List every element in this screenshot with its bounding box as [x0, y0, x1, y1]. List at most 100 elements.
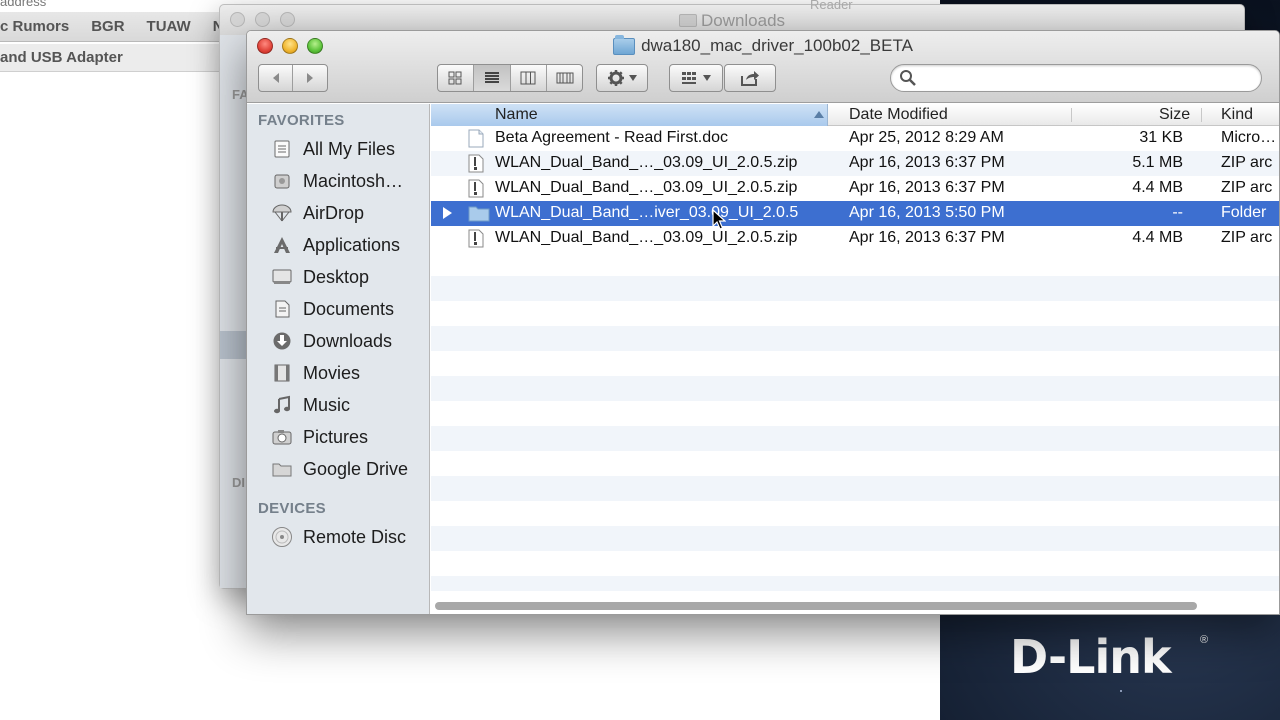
background-label: Reader: [810, 0, 853, 12]
sidebar-item-pictures[interactable]: Pictures: [247, 422, 430, 452]
file-kind: ZIP arc: [1221, 154, 1273, 171]
column-view-icon: [520, 71, 536, 85]
folder-icon: [613, 34, 636, 55]
file-rows: Beta Agreement - Read First.doc Apr 25, …: [431, 126, 1279, 253]
file-name: WLAN_Dual_Band_…iver_03.09_UI_2.0.5: [495, 204, 799, 221]
downloads-icon: [271, 330, 293, 352]
zip-icon: [468, 229, 484, 253]
zip-icon: [468, 154, 484, 178]
sidebar-item-label: Movies: [303, 362, 361, 383]
back-forward-control: [258, 64, 328, 92]
file-size: 31 KB: [1139, 129, 1183, 146]
airdrop-icon: [271, 202, 293, 224]
search-field[interactable]: [890, 64, 1262, 92]
file-size: 4.4 MB: [1132, 229, 1183, 246]
forward-button[interactable]: [293, 65, 327, 91]
sidebar-item-applications[interactable]: Applications: [247, 230, 430, 260]
disclosure-triangle-icon[interactable]: [443, 207, 452, 219]
sidebar-item-label: Music: [303, 394, 351, 415]
window-titlebar[interactable]: dwa180_mac_driver_100b02_BETA: [247, 31, 1279, 103]
file-kind: ZIP arc: [1221, 229, 1273, 246]
sidebar: FAVORITES All My Files Macintosh… AirDro…: [247, 104, 430, 614]
sidebar-item-remote-disc[interactable]: Remote Disc: [247, 522, 430, 552]
sidebar-heading-devices: DEVICES: [258, 500, 326, 517]
chevron-right-icon: [307, 73, 313, 83]
back-window-sidebar: FA DI: [220, 35, 249, 588]
action-menu-button[interactable]: [596, 64, 648, 92]
view-mode-control: [437, 64, 583, 92]
file-size: 4.4 MB: [1132, 179, 1183, 196]
icon-view-button[interactable]: [438, 65, 474, 91]
grid-icon: [682, 72, 696, 84]
sidebar-item-label: Desktop: [303, 266, 370, 287]
share-button[interactable]: [724, 64, 776, 92]
zip-icon: [468, 179, 484, 203]
horizontal-scrollbar[interactable]: [435, 602, 1197, 610]
mouse-pointer-icon: [712, 209, 726, 230]
hard-drive-icon: [271, 170, 293, 192]
coverflow-view-button[interactable]: [547, 65, 583, 91]
file-name: WLAN_Dual_Band_…_03.09_UI_2.0.5.zip: [495, 154, 798, 171]
sidebar-item-label: Pictures: [303, 426, 369, 447]
file-date: Apr 16, 2013 6:37 PM: [849, 179, 1005, 196]
file-date: Apr 25, 2012 8:29 AM: [849, 129, 1004, 146]
empty-list-area: [431, 251, 1279, 591]
file-kind: Folder: [1221, 204, 1267, 221]
sidebar-item-music[interactable]: Music: [247, 390, 430, 420]
arrange-menu-button[interactable]: [669, 64, 723, 92]
sorted-column-highlight: [431, 104, 828, 126]
desktop-icon: [271, 266, 293, 288]
table-row[interactable]: Beta Agreement - Read First.doc Apr 25, …: [431, 126, 1279, 153]
column-divider[interactable]: [1201, 108, 1202, 122]
sidebar-item-desktop[interactable]: Desktop: [247, 262, 430, 292]
sidebar-item-all-my-files[interactable]: All My Files: [247, 134, 430, 164]
sidebar-item-label: Remote Disc: [303, 526, 407, 547]
file-size: --: [1172, 204, 1183, 221]
dlink-logo: D-Link: [1010, 630, 1172, 684]
sidebar-item-movies[interactable]: Movies: [247, 358, 430, 388]
column-view-button[interactable]: [511, 65, 547, 91]
browser-page-title: and USB Adapter: [0, 44, 240, 72]
bookmarks-bar: c Rumors BGR TUAW N: [0, 12, 240, 42]
window-title: dwa180_mac_driver_100b02_BETA: [247, 34, 1279, 56]
list-view-button[interactable]: [473, 65, 511, 91]
sidebar-heading-favorites: FAVORITES: [258, 112, 345, 129]
sidebar-item-macintosh[interactable]: Macintosh…: [247, 166, 430, 196]
bookmark-item[interactable]: TUAW: [147, 18, 191, 35]
documents-icon: [271, 298, 293, 320]
table-row[interactable]: WLAN_Dual_Band_…_03.09_UI_2.0.5.zip Apr …: [431, 176, 1279, 203]
table-row[interactable]: WLAN_Dual_Band_…_03.09_UI_2.0.5.zip Apr …: [431, 151, 1279, 178]
address-bar-fragment: address: [0, 0, 47, 9]
icon-view-icon: [448, 71, 462, 85]
finder-window[interactable]: dwa180_mac_driver_100b02_BETA FAVORITES …: [246, 30, 1280, 615]
sidebar-item-documents[interactable]: Documents: [247, 294, 430, 324]
file-name: WLAN_Dual_Band_…_03.09_UI_2.0.5.zip: [495, 179, 798, 196]
chevron-down-icon: [703, 75, 711, 81]
column-header-size[interactable]: Size: [1159, 106, 1190, 126]
column-header-kind[interactable]: Kind: [1221, 106, 1253, 126]
sidebar-item-label: Macintosh…: [303, 170, 404, 191]
search-input[interactable]: [925, 69, 1245, 87]
file-size: 5.1 MB: [1132, 154, 1183, 171]
chevron-down-icon: [629, 75, 637, 81]
table-row-selected[interactable]: WLAN_Dual_Band_…iver_03.09_UI_2.0.5 Apr …: [431, 201, 1279, 227]
column-divider[interactable]: [1071, 108, 1072, 122]
sidebar-item-downloads[interactable]: Downloads: [247, 326, 430, 356]
back-button[interactable]: [259, 65, 293, 91]
document-icon: [468, 129, 484, 153]
sidebar-item-airdrop[interactable]: AirDrop: [247, 198, 430, 228]
bookmark-item[interactable]: c Rumors: [0, 18, 69, 35]
sidebar-item-google-drive[interactable]: Google Drive: [247, 454, 430, 484]
table-row[interactable]: WLAN_Dual_Band_…_03.09_UI_2.0.5.zip Apr …: [431, 226, 1279, 253]
coverflow-view-icon: [556, 72, 573, 84]
file-list[interactable]: Name Date Modified Size Kind Beta Agreem…: [431, 104, 1279, 614]
column-header-name[interactable]: Name: [495, 106, 538, 126]
column-header-date[interactable]: Date Modified: [849, 106, 948, 126]
file-date: Apr 16, 2013 5:50 PM: [849, 204, 1005, 221]
movies-icon: [271, 362, 293, 384]
sidebar-item-label: All My Files: [303, 138, 396, 159]
bookmark-item[interactable]: BGR: [91, 18, 124, 35]
folder-icon: [468, 204, 490, 227]
column-header: Name Date Modified Size Kind: [431, 104, 1279, 126]
window-title-text: dwa180_mac_driver_100b02_BETA: [641, 36, 913, 55]
